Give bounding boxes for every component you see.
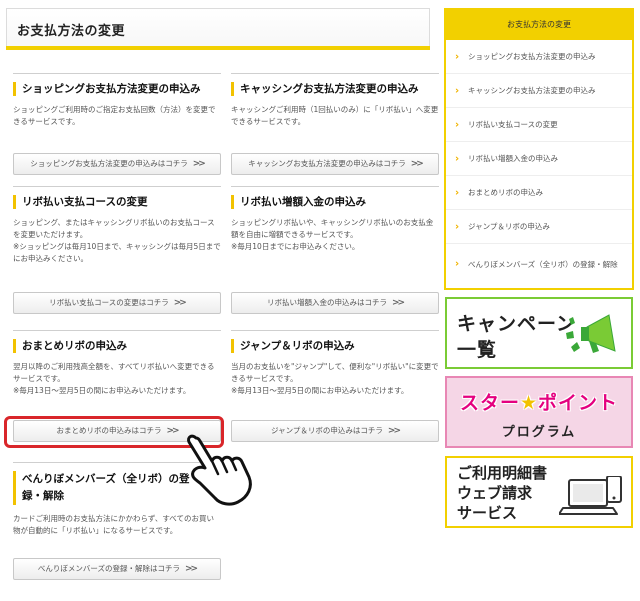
campaign-banner[interactable]: キャンペーン 一覧 [445,297,633,369]
page-title: お支払方法の変更 [17,24,126,39]
laptop-icon [559,476,622,515]
section-revo-course: リボ払い支払コースの変更 ショッピング、またはキャッシングリボ払いのお支払コース… [13,186,221,316]
section-note: ※毎月13日～翌月5日の間にお申込みいただけます。 [231,386,409,395]
title-underline [6,46,430,50]
section-divider [231,330,439,331]
double-chevron-right-icon: >> [410,159,424,169]
star-point-title: スター★ポイント [447,388,631,415]
button-label: ジャンプ＆リボの申込みはコチラ [271,426,383,435]
star-icon: ★ [519,392,539,414]
section-divider [13,330,221,331]
double-chevron-right-icon: >> [185,564,198,574]
jump-revo-button[interactable]: ジャンプ＆リボの申込みはコチラ >> [231,420,439,442]
statement-line2: ウェブ請求 [457,484,533,502]
cashing-change-button[interactable]: キャッシングお支払方法変更の申込みはコチラ >> [231,153,439,175]
section-description: ショッピングご利用時のご指定お支払回数（方法）を変更できるサービスです。 [13,105,216,126]
campaign-banner-text: キャンペーン 一覧 [457,311,576,363]
section-heading: リボ払い支払コースの変更 [13,195,221,209]
section-description: キャッシングご利用時（1回払いのみ）に「リボ払い」へ変更できるサービスです。 [231,105,439,126]
section-description: 翌月以降のご利用残高全額を、すべてリボ払いへ変更できるサービスです。 [13,362,215,383]
star-part: スター [459,392,520,414]
section-heading: キャッシングお支払方法変更の申込み [231,82,439,96]
chevron-right-icon: › [455,51,460,62]
section-divider [13,462,203,463]
section-divider [231,186,439,187]
section-divider [231,73,439,74]
sidebar-item-omatome-revo[interactable]: › おまとめリボの申込み [446,176,632,210]
chevron-right-icon: › [455,119,460,130]
section-description: ショッピング、またはキャッシングリボ払いのお支払コースを変更いただけます。 [13,218,215,239]
point-part: ポイント [538,392,619,414]
section-revo-increase: リボ払い増額入金の申込み ショッピングリボ払いや、キャッシングリボ払いのお支払金… [231,186,439,316]
section-description: 当月のお支払いを"ジャンプ"して、便利な"リボ払い"に変更できるサービスです。 [231,362,439,383]
section-heading: べんりぼメンバーズ（全リボ）の登録・解除 [13,471,203,505]
chevron-right-icon: › [455,187,460,198]
sidebar-item-label: リボ払い支払コースの変更 [468,120,558,129]
sidebar-item-label: キャッシングお支払方法変更の申込み [468,86,596,95]
section-description: ショッピングリボ払いや、キャッシングリボ払いのお支払金額を自由に増額できるサービ… [231,218,434,239]
section-shopping-change: ショッピングお支払方法変更の申込み ショッピングご利用時のご指定お支払回数（方法… [13,73,221,175]
sidebar-item-jump-revo[interactable]: › ジャンプ＆リボの申込み [446,210,632,244]
campaign-line1: キャンペーン [457,313,577,335]
section-heading: ショッピングお支払方法変更の申込み [13,82,221,96]
section-divider [13,186,221,187]
sidebar-item-label: ジャンプ＆リボの申込み [468,222,550,231]
sidebar-item-cashing-change[interactable]: › キャッシングお支払方法変更の申込み [446,74,632,108]
double-chevron-right-icon: >> [387,426,401,436]
double-chevron-right-icon: >> [391,298,405,308]
section-note: ※毎月10日までにお申込みください。 [231,242,360,251]
statement-banner-text: ご利用明細書 ウェブ請求 サービス [457,463,547,523]
star-point-subtitle: プログラム [501,425,577,440]
sidebar-item-revo-increase[interactable]: › リボ払い増額入金の申込み [446,142,632,176]
section-heading: リボ払い増額入金の申込み [231,195,439,209]
sidebar-item-label: べんりぼメンバーズ（全リボ）の登録・解除 [468,259,618,269]
chevron-right-icon: › [455,85,460,96]
sidebar-item-revo-course[interactable]: › リボ払い支払コースの変更 [446,108,632,142]
section-note: ※ショッピングは毎月10日まで、キャッシングは毎月5日までにお申込みください。 [13,242,221,263]
campaign-line2: 一覧 [457,339,498,361]
section-heading: ジャンプ＆リボの申込み [231,339,439,353]
section-note: ※毎月13日～翌月5日の間にお申込みいただけます。 [13,386,191,395]
button-label: べんりぼメンバーズの登録・解除はコチラ [37,564,181,573]
shopping-change-button[interactable]: ショッピングお支払方法変更の申込みはコチラ >> [13,153,221,175]
benribo-members-button[interactable]: べんりぼメンバーズの登録・解除はコチラ >> [13,558,221,580]
section-heading: おまとめリボの申込み [13,339,221,353]
button-label: キャッシングお支払方法変更の申込みはコチラ [248,159,406,168]
section-divider [13,73,221,74]
sidebar-item-label: おまとめリボの申込み [468,188,543,197]
button-label: リボ払い支払コースの変更はコチラ [49,298,169,307]
button-label: リボ払い増額入金の申込みはコチラ [266,298,387,307]
megaphone-icon [566,314,616,353]
revo-increase-button[interactable]: リボ払い増額入金の申込みはコチラ >> [231,292,439,314]
statement-line3: サービス [457,504,518,522]
page-title-bar: お支払方法の変更 [6,8,430,48]
web-statement-banner[interactable]: ご利用明細書 ウェブ請求 サービス [445,456,633,528]
section-cashing-change: キャッシングお支払方法変更の申込み キャッシングご利用時（1回払いのみ）に「リボ… [231,73,439,175]
section-jump-revo: ジャンプ＆リボの申込み 当月のお支払いを"ジャンプ"して、便利な"リボ払い"に変… [231,330,439,446]
double-chevron-right-icon: >> [173,298,187,308]
sidebar-item-label: ショッピングお支払方法変更の申込み [468,52,596,61]
section-description: カードご利用時のお支払方法にかかわらず、すべてのお買い物が自動的に「リボ払い」に… [13,514,214,535]
sidebar-item-shopping-change[interactable]: › ショッピングお支払方法変更の申込み [446,40,632,74]
chevron-right-icon: › [455,153,460,164]
chevron-right-icon: › [455,258,460,270]
sidebar-item-benribo-members[interactable]: › べんりぼメンバーズ（全リボ）の登録・解除 [446,244,632,284]
button-label: ショッピングお支払方法変更の申込みはコチラ [30,159,188,168]
double-chevron-right-icon: >> [192,159,206,169]
sidebar-menu: お支払方法の変更 › ショッピングお支払方法変更の申込み › キャッシングお支払… [444,8,634,290]
revo-course-button[interactable]: リボ払い支払コースの変更はコチラ >> [13,292,221,314]
star-point-banner[interactable]: スター★ポイント プログラム [445,376,633,448]
sidebar-item-label: リボ払い増額入金の申込み [468,154,558,163]
chevron-right-icon: › [455,221,460,232]
sidebar-title: お支払方法の変更 [446,10,632,40]
hand-pointer-icon [187,434,252,506]
section-benribo-members: べんりぼメンバーズ（全リボ）の登録・解除 カードご利用時のお支払方法にかかわらず… [13,462,221,582]
statement-line1: ご利用明細書 [457,464,548,482]
